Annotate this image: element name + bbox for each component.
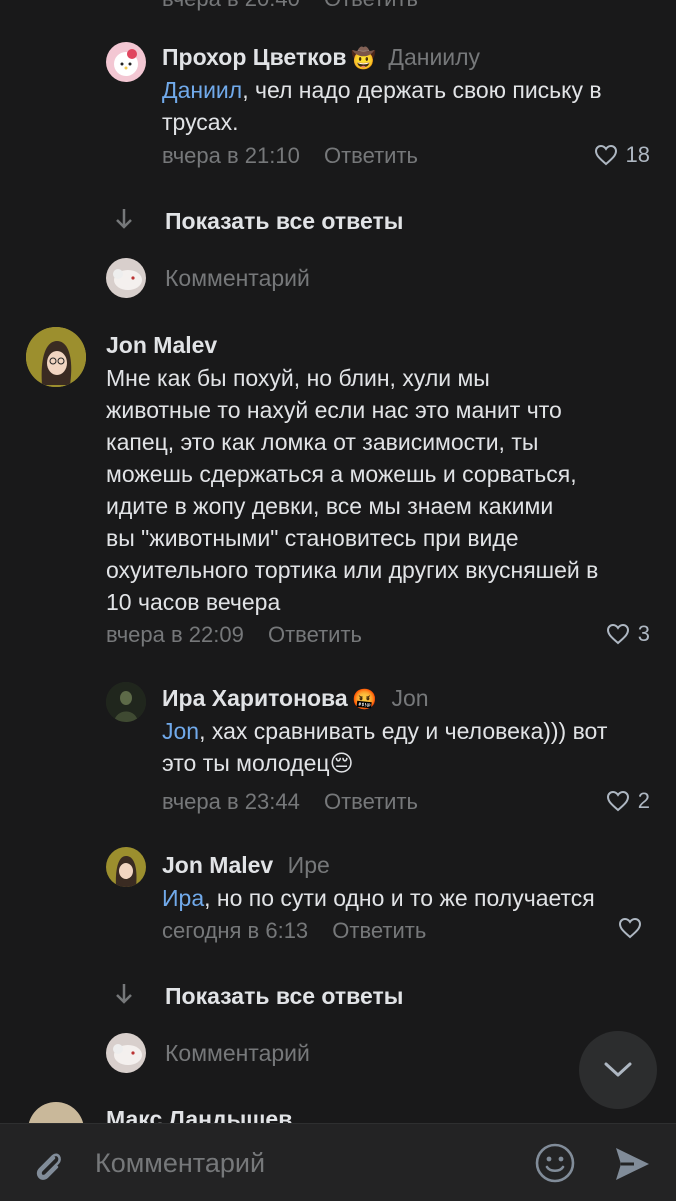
comment-time: вчера в 22:09	[106, 622, 244, 647]
like-button[interactable]: 18	[594, 142, 650, 168]
comment-time: сегодня в 6:13	[162, 918, 309, 943]
like-button[interactable]: 3	[606, 621, 650, 647]
avatar[interactable]	[106, 847, 146, 887]
emoji-icon[interactable]	[534, 1142, 576, 1189]
heart-icon	[618, 917, 642, 939]
comment-meta: вчера в 21:10 Ответить	[162, 143, 418, 169]
like-count: 3	[637, 621, 650, 646]
comment-text-line: капец, это как ломка от зависимости, ты	[106, 429, 539, 455]
photo-avatar-icon	[106, 682, 146, 722]
chevron-down-icon	[604, 1062, 632, 1077]
comment-text: Мне как бы похуй, но блин, хули мы живот…	[106, 362, 666, 618]
mention-link[interactable]: Jon	[162, 718, 199, 744]
top-fragment: вчера в 20:40 Ответить	[162, 0, 418, 12]
show-all-replies-button[interactable]: Показать все ответы	[165, 208, 403, 235]
avatar[interactable]	[106, 682, 146, 722]
top-fragment-reply[interactable]: Ответить	[324, 0, 418, 11]
rat-avatar-icon	[113, 269, 142, 290]
reply-to[interactable]: Даниилу	[388, 44, 480, 70]
comment-text-line: это ты молодец😔	[162, 750, 354, 776]
top-fragment-time: вчера в 20:40	[162, 0, 300, 11]
like-count: 2	[637, 788, 650, 813]
arrow-down-icon	[113, 982, 135, 1011]
hello-kitty-avatar-icon	[114, 49, 138, 76]
comment-text-line: можешь сдержаться а можешь и сорваться,	[106, 461, 577, 487]
comment-text-line: животные то нахуй если нас это манит что	[106, 397, 562, 423]
comment-text: Ира, но по сути одно и то же получается	[162, 882, 662, 914]
comment-text-line: идите в жопу девки, все мы знаем какими	[106, 493, 554, 519]
like-button[interactable]: 2	[606, 788, 650, 814]
comment-header: Ира Харитонова 🤬 Jon	[162, 685, 429, 712]
bottom-comment-input[interactable]: Комментарий	[95, 1148, 265, 1179]
comment-header: Jon Malev Ире	[162, 852, 330, 879]
send-icon[interactable]	[612, 1144, 652, 1189]
rat-avatar-icon	[113, 1044, 142, 1065]
heart-icon	[594, 144, 617, 166]
angry-emoji-badge-icon: 🤬	[352, 689, 378, 711]
author-name[interactable]: Ира Харитонова	[162, 685, 348, 711]
comment-text-line: , чел надо держать свою письку в	[242, 77, 602, 103]
arrow-down-icon	[113, 207, 135, 236]
comment-text-line: вы "животными" становитесь при виде	[106, 525, 519, 551]
reply-button[interactable]: Ответить	[268, 622, 362, 647]
avatar	[106, 258, 146, 298]
comment-text: Jon, хах сравнивать еду и человека))) во…	[162, 715, 662, 779]
author-name[interactable]: Jon Malev	[162, 852, 273, 878]
anime-girl-avatar-icon	[115, 856, 137, 887]
reply-button[interactable]: Ответить	[332, 918, 426, 943]
comment-meta: сегодня в 6:13 Ответить	[162, 918, 426, 944]
comment-input[interactable]: Комментарий	[165, 1040, 310, 1067]
avatar	[106, 1033, 146, 1073]
avatar[interactable]	[26, 327, 86, 387]
comment-header: Прохор Цветков 🤠 Даниилу	[162, 44, 480, 71]
reply-to[interactable]: Ире	[288, 852, 330, 878]
bottom-comment-bar: Комментарий	[0, 1123, 676, 1201]
comment-text-line: трусах.	[162, 109, 239, 135]
heart-icon	[606, 790, 629, 812]
comment-time: вчера в 21:10	[162, 143, 300, 168]
heart-icon	[606, 623, 629, 645]
anime-girl-avatar-icon	[26, 327, 86, 387]
author-name[interactable]: Jon Malev	[106, 332, 217, 359]
show-all-replies-button[interactable]: Показать все ответы	[165, 983, 403, 1010]
reply-to[interactable]: Jon	[391, 685, 428, 711]
comment-text-line: охуительного тортика или других вкусняше…	[106, 557, 599, 583]
comment-text-line: Мне как бы похуй, но блин, хули мы	[106, 365, 490, 391]
reply-button[interactable]: Ответить	[324, 143, 418, 168]
scroll-down-button[interactable]	[579, 1031, 657, 1109]
reply-button[interactable]: Ответить	[324, 789, 418, 814]
donut-badge-icon: 🤠	[351, 48, 376, 70]
author-name[interactable]: Прохор Цветков	[162, 44, 347, 70]
comment-text: Даниил, чел надо держать свою письку в т…	[162, 74, 662, 138]
comment-text-line: , хах сравнивать еду и человека))) вот	[199, 718, 608, 744]
comment-input[interactable]: Комментарий	[165, 265, 310, 292]
mention-link[interactable]: Даниил	[162, 77, 242, 103]
comment-meta: вчера в 22:09 Ответить	[106, 622, 362, 648]
mention-link[interactable]: Ира	[162, 885, 204, 911]
like-count: 18	[625, 142, 650, 167]
comment-time: вчера в 23:44	[162, 789, 300, 814]
comment-text-line: , но по сути одно и то же получается	[204, 885, 595, 911]
like-button[interactable]	[618, 917, 650, 939]
paperclip-icon[interactable]	[28, 1146, 66, 1189]
avatar[interactable]	[106, 42, 146, 82]
comment-meta: вчера в 23:44 Ответить	[162, 789, 418, 815]
comment-text-line: 10 часов вечера	[106, 589, 281, 615]
